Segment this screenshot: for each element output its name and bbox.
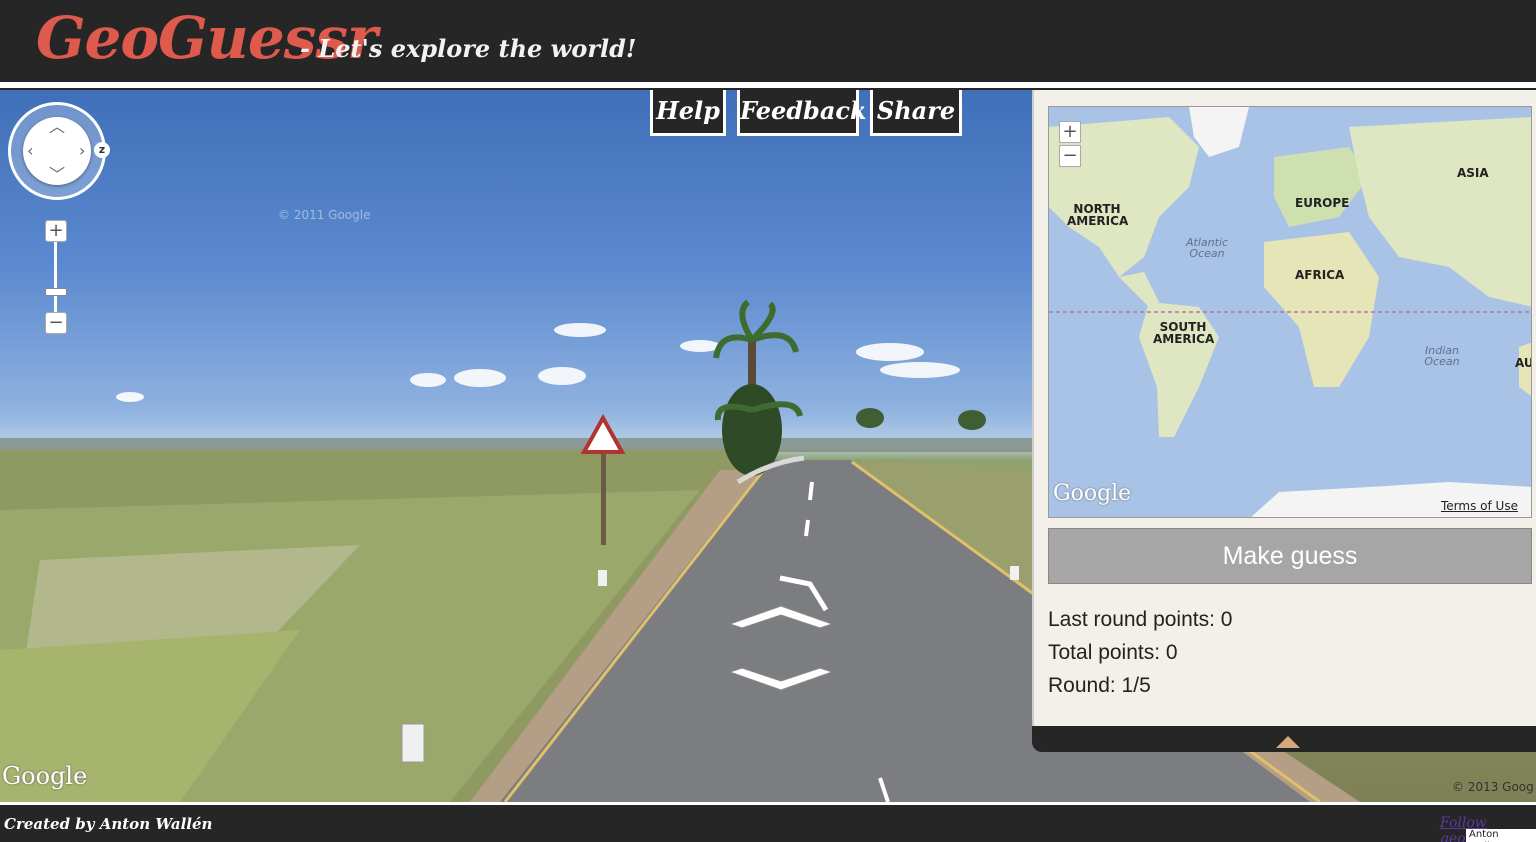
- pan-control[interactable]: ︿ ﹀ ‹ ›: [8, 102, 106, 200]
- guess-panel: + − NORTH AMERICA SOUTH AMERICA EUROPE A…: [1032, 90, 1536, 726]
- author-credit: Created by Anton Wallén: [4, 815, 213, 833]
- label-africa: AFRICA: [1295, 268, 1345, 282]
- arrow-down-icon[interactable]: ﹀: [49, 167, 65, 183]
- total-points: Total points: 0: [1048, 641, 1178, 664]
- chevron-up-icon[interactable]: [1276, 736, 1300, 748]
- app-footer: Created by Anton Wallén Follow geoguessr…: [0, 805, 1536, 842]
- feedback-button[interactable]: Feedback: [737, 90, 867, 136]
- map-google-logo: Google: [1053, 481, 1132, 506]
- header-divider: [0, 82, 1536, 88]
- zoom-in-button[interactable]: +: [45, 220, 67, 242]
- zoom-slider-thumb[interactable]: [45, 288, 67, 296]
- world-map[interactable]: + − NORTH AMERICA SOUTH AMERICA EUROPE A…: [1048, 106, 1532, 518]
- app-header: GeoGuessr - Let's explore the world!: [0, 0, 1536, 82]
- map-zoom-out-button[interactable]: −: [1059, 145, 1081, 167]
- last-round-points: Last round points: 0: [1048, 608, 1233, 631]
- zoom-rail[interactable]: [54, 240, 57, 322]
- label-europe: EUROPE: [1295, 196, 1350, 210]
- label-australia: AU: [1515, 356, 1532, 370]
- terms-of-use-link[interactable]: Terms of Use: [1441, 499, 1518, 513]
- chevron-back-icon[interactable]: [728, 666, 834, 694]
- round-counter: Round: 1/5: [1048, 674, 1151, 697]
- chevron-forward-icon[interactable]: [728, 602, 834, 630]
- photo-credit: Anton Wallen: [1466, 829, 1536, 842]
- zoom-out-button[interactable]: −: [45, 312, 67, 334]
- panel-toggle-tab[interactable]: [1032, 726, 1536, 752]
- make-guess-button[interactable]: Make guess: [1048, 528, 1532, 584]
- share-button[interactable]: Share: [870, 90, 962, 136]
- label-indian-ocean: Indian Ocean: [1424, 344, 1460, 368]
- label-south-america: SOUTH AMERICA: [1153, 320, 1215, 346]
- arrow-up-icon[interactable]: ︿: [49, 119, 65, 135]
- pan-disc[interactable]: ︿ ﹀ ‹ ›: [23, 117, 91, 185]
- pan-z-badge[interactable]: z: [94, 142, 110, 158]
- app-tagline: - Let's explore the world!: [300, 34, 637, 63]
- label-north-america: NORTH AMERICA: [1067, 202, 1129, 228]
- arrow-right-icon[interactable]: ›: [79, 143, 85, 159]
- help-button[interactable]: Help: [650, 90, 726, 136]
- google-logo: Google: [2, 762, 88, 790]
- arrow-left-icon[interactable]: ‹: [27, 143, 33, 159]
- map-zoom-in-button[interactable]: +: [1059, 121, 1081, 143]
- streetview-watermark: © 2011 Google: [278, 208, 371, 222]
- label-atlantic-ocean: Atlantic Ocean: [1185, 236, 1229, 260]
- streetview-copyright: © 2013 Goog: [1452, 780, 1534, 794]
- label-asia: ASIA: [1457, 166, 1489, 180]
